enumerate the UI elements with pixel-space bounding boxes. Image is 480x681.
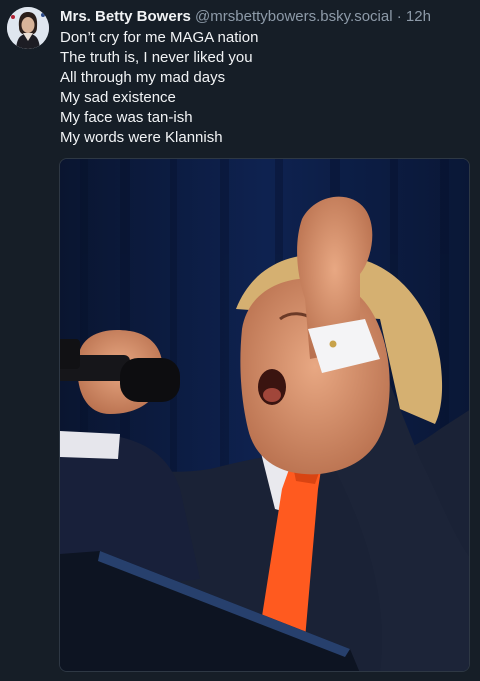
post[interactable]: Mrs. Betty Bowers @mrsbettybowers.bsky.s… [0, 0, 480, 681]
post-line: My sad existence [60, 89, 176, 106]
post-line: My words were Klannish [60, 129, 223, 146]
author-name[interactable]: Mrs. Betty Bowers [60, 8, 191, 25]
post-line: All through my mad days [60, 69, 226, 86]
post-image[interactable] [59, 158, 470, 672]
post-timestamp[interactable]: 12h [406, 8, 431, 25]
header-separator: · [396, 8, 402, 25]
avatar[interactable] [7, 7, 49, 49]
author-handle[interactable]: @mrsbettybowers.bsky.social [195, 8, 393, 25]
post-line: The truth is, I never liked you [60, 49, 253, 66]
post-line: Don’t cry for me MAGA nation [60, 29, 259, 46]
post-text: Don’t cry for me MAGA nation The truth i… [60, 28, 470, 148]
post-line: My face was tan-ish [60, 109, 193, 126]
post-header: Mrs. Betty Bowers @mrsbettybowers.bsky.s… [60, 7, 470, 26]
